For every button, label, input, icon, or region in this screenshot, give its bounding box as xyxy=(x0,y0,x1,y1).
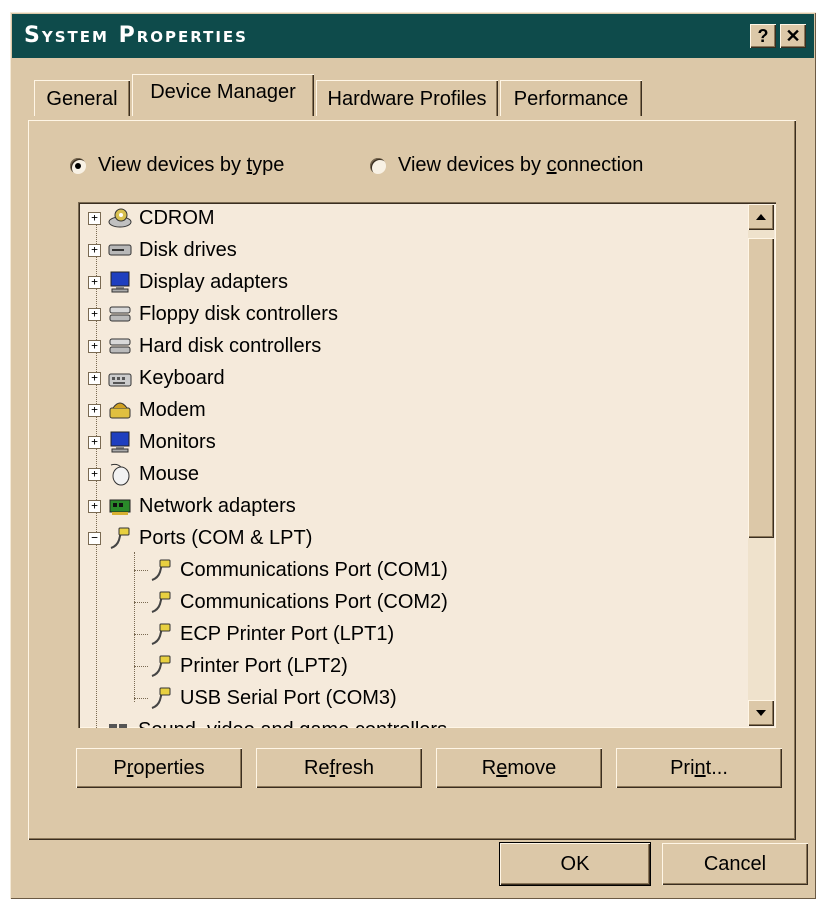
remove-button[interactable]: Remove xyxy=(436,748,602,788)
tree-scrollbar[interactable] xyxy=(748,204,774,726)
title-bar[interactable]: System Properties ? ✕ xyxy=(12,14,814,58)
tree-category-item[interactable]: + Modem xyxy=(88,394,206,426)
tree-item-label: Hard disk controllers xyxy=(139,334,322,357)
tree-category-item[interactable]: + Mouse xyxy=(88,458,199,490)
tree-item-label: ECP Printer Port (LPT1) xyxy=(180,622,395,645)
port-icon xyxy=(148,622,174,646)
scroll-thumb[interactable] xyxy=(748,238,774,538)
view-by-type-label: View devices by type xyxy=(98,154,285,176)
tree-port-item[interactable]: Communications Port (COM1) xyxy=(148,554,448,586)
ok-button[interactable]: OK xyxy=(500,843,650,885)
cancel-button[interactable]: Cancel xyxy=(662,843,808,885)
system-properties-window: System Properties ? ✕ General Device Man… xyxy=(10,12,816,899)
tab-general[interactable]: General xyxy=(34,80,130,116)
tree-item-label: Printer Port (LPT2) xyxy=(180,654,348,677)
tree-item-label: USB Serial Port (COM3) xyxy=(180,686,397,709)
modem-icon xyxy=(107,398,133,422)
tree-category-item[interactable]: + Display adapters xyxy=(88,266,288,298)
tree-item-label: Ports (COM & LPT) xyxy=(139,526,313,549)
port-icon xyxy=(148,590,174,614)
print-button[interactable]: Print... xyxy=(616,748,782,788)
view-by-connection-label: View devices by connection xyxy=(398,154,644,176)
tree-category-item[interactable]: + Floppy disk controllers xyxy=(88,298,338,330)
cdrom-icon xyxy=(107,206,133,230)
network-adapter-icon xyxy=(107,494,133,518)
device-tree[interactable]: + CDROM + Disk drives + Display adapters + Flop… xyxy=(78,202,776,728)
tree-item-label: Keyboard xyxy=(139,366,225,389)
view-by-type-option[interactable]: View devices by type xyxy=(70,154,284,177)
tree-category-item[interactable]: + Disk drives xyxy=(88,234,237,266)
tree-category-item[interactable]: + CDROM xyxy=(88,202,215,234)
tree-category-item[interactable]: + Network adapters xyxy=(88,490,296,522)
tab-hardware-profiles[interactable]: Hardware Profiles xyxy=(316,80,498,116)
refresh-button[interactable]: Refresh xyxy=(256,748,422,788)
view-by-connection-radio[interactable] xyxy=(370,157,386,174)
tree-category-item-partial[interactable]: Sound, video and game controllers xyxy=(106,714,447,728)
expand-toggle[interactable]: + xyxy=(88,371,101,385)
expand-toggle[interactable]: + xyxy=(88,211,101,225)
tree-item-label: Communications Port (COM1) xyxy=(180,558,448,581)
tree-item-label: Disk drives xyxy=(139,238,237,261)
tree-item-label: CDROM xyxy=(139,206,215,229)
expand-toggle[interactable]: + xyxy=(88,435,101,449)
view-by-type-radio[interactable] xyxy=(70,157,86,174)
tab-device-manager[interactable]: Device Manager xyxy=(132,74,314,116)
keyboard-icon xyxy=(107,366,133,390)
tree-item-label: Floppy disk controllers xyxy=(139,302,338,325)
port-icon xyxy=(148,654,174,678)
hard-disk-controller-icon xyxy=(107,334,133,358)
tree-item-label: Mouse xyxy=(139,462,200,485)
tree-item-label: Network adapters xyxy=(139,494,296,517)
tree-item-label: Sound, video and game controllers xyxy=(138,719,447,729)
properties-button[interactable]: Properties xyxy=(76,748,242,788)
scroll-up-button[interactable] xyxy=(748,204,774,230)
help-button[interactable]: ? xyxy=(750,24,776,48)
expand-toggle[interactable]: + xyxy=(88,307,101,321)
tree-category-item[interactable]: + Keyboard xyxy=(88,362,225,394)
display-adapter-icon xyxy=(107,270,133,294)
scroll-down-button[interactable] xyxy=(748,700,774,726)
tab-performance[interactable]: Performance xyxy=(500,80,642,116)
expand-toggle[interactable]: + xyxy=(88,467,101,481)
tree-item-label: Monitors xyxy=(139,430,216,453)
tree-port-item[interactable]: Communications Port (COM2) xyxy=(148,586,448,618)
window-title: System Properties xyxy=(24,23,248,48)
tree-category-item[interactable]: + Hard disk controllers xyxy=(88,330,321,362)
monitor-icon xyxy=(107,430,133,454)
sound-icon xyxy=(106,718,132,728)
expand-toggle[interactable]: + xyxy=(88,275,101,289)
mouse-icon xyxy=(107,462,133,486)
tree-item-label: Communications Port (COM2) xyxy=(180,590,448,613)
tree-port-item[interactable]: ECP Printer Port (LPT1) xyxy=(148,618,394,650)
tree-item-label: Modem xyxy=(139,398,206,421)
view-by-connection-option[interactable]: View devices by connection xyxy=(370,154,643,177)
tree-item-label: Display adapters xyxy=(139,270,288,293)
expand-toggle[interactable]: + xyxy=(88,499,101,513)
port-icon xyxy=(148,558,174,582)
device-manager-panel: View devices by type View devices by con… xyxy=(28,120,796,840)
tree-port-item[interactable]: USB Serial Port (COM3) xyxy=(148,682,397,714)
tree-category-item[interactable]: + Monitors xyxy=(88,426,216,458)
port-icon xyxy=(148,686,174,710)
tree-port-item[interactable]: Printer Port (LPT2) xyxy=(148,650,348,682)
floppy-controller-icon xyxy=(107,302,133,326)
expand-toggle[interactable]: − xyxy=(88,531,101,545)
disk-drive-icon xyxy=(107,238,133,262)
port-icon xyxy=(107,526,133,550)
tree-category-item[interactable]: − Ports (COM & LPT) xyxy=(88,522,312,554)
expand-toggle[interactable]: + xyxy=(88,403,101,417)
expand-toggle[interactable]: + xyxy=(88,339,101,353)
close-button[interactable]: ✕ xyxy=(780,24,806,48)
expand-toggle[interactable]: + xyxy=(88,243,101,257)
